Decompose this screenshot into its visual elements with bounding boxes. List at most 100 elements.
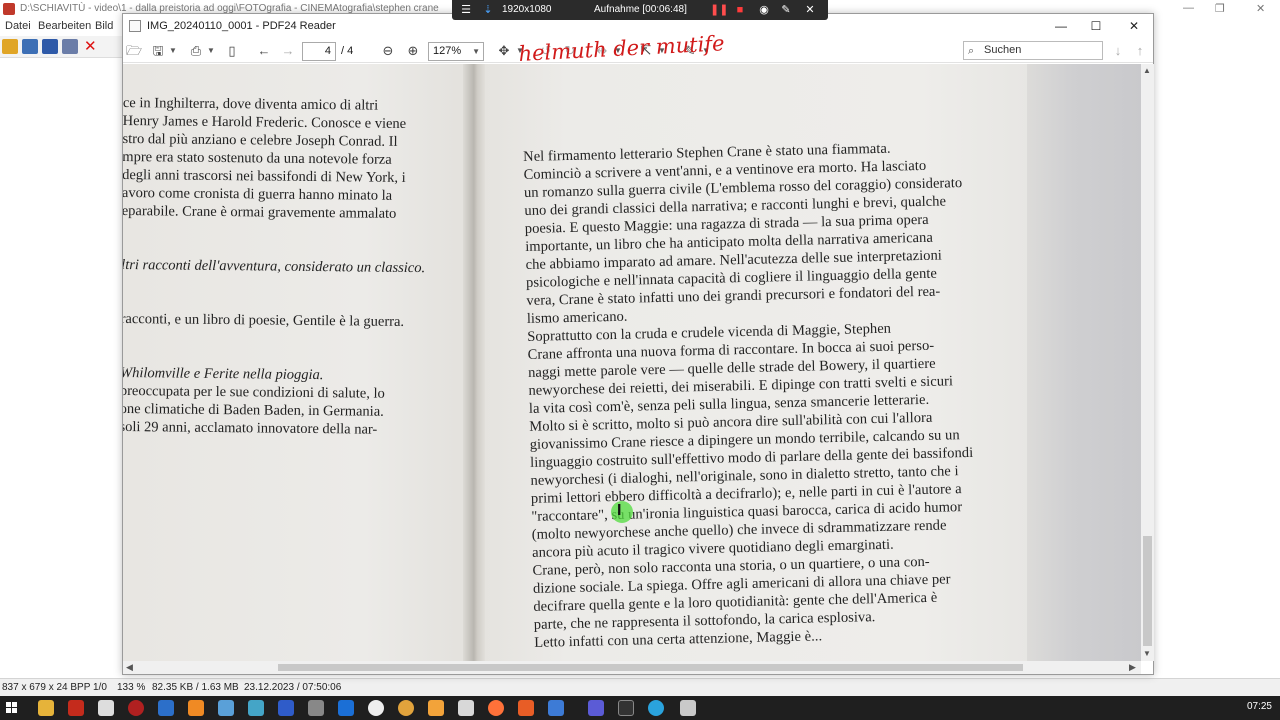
- pause-icon[interactable]: ❚❚: [710, 4, 728, 16]
- page-number-input[interactable]: 4: [302, 42, 336, 61]
- maximize-icon[interactable]: ☐: [1088, 18, 1104, 34]
- scroll-left-icon[interactable]: ◀: [126, 662, 133, 673]
- save-file-icon[interactable]: 🖫: [149, 42, 167, 60]
- taskbar-clock: 07:25: [1246, 701, 1272, 712]
- zoom-in-icon[interactable]: ⊕: [404, 42, 422, 60]
- status-datetime: 23.12.2023 / 07:50:06: [244, 682, 342, 693]
- search-next-icon[interactable]: ↓: [1109, 42, 1127, 60]
- text-line: eparabile. Crane è ormai gravemente amma…: [123, 202, 397, 222]
- app-icon-orange[interactable]: [428, 700, 444, 716]
- menu-datei[interactable]: Datei: [5, 20, 31, 32]
- book-spine: [463, 64, 487, 661]
- previous-page-icon[interactable]: ←: [255, 42, 273, 60]
- text-line: racconti, e un libro di poesie, Gentile …: [123, 310, 405, 330]
- next-page-icon[interactable]: →: [279, 42, 297, 60]
- taskbar: 07:25: [0, 696, 1280, 720]
- text-line: soli 29 anni, acclamato innovatore della…: [123, 418, 378, 438]
- pen-icon[interactable]: ✎: [780, 4, 792, 16]
- status-index: 1/0: [93, 682, 107, 693]
- minimize-icon[interactable]: —: [1053, 18, 1069, 34]
- file-explorer-icon[interactable]: [38, 700, 54, 716]
- zoom-out-icon[interactable]: ⊖: [379, 42, 397, 60]
- camera-icon[interactable]: ◉: [758, 4, 770, 16]
- app-icon-red-orange[interactable]: [518, 700, 534, 716]
- vertical-scroll-thumb[interactable]: [1143, 536, 1152, 646]
- background-app-canvas: [1153, 18, 1280, 678]
- status-zoom: 133 %: [117, 682, 146, 693]
- thumbnails-icon[interactable]: [22, 39, 38, 54]
- scroll-down-icon[interactable]: ▼: [1143, 649, 1151, 658]
- delete-icon[interactable]: ✕: [84, 39, 100, 54]
- search-placeholder: Suchen: [984, 44, 1022, 56]
- status-filesize: 82.35 KB / 1.63 MB: [152, 682, 239, 693]
- recording-status: Aufnahme [00:06:48]: [594, 4, 687, 15]
- sidebar-toggle-icon[interactable]: ▯: [223, 42, 241, 60]
- zoom-value: 127%: [433, 45, 462, 57]
- bg-close-icon[interactable]: ✕: [1256, 2, 1265, 15]
- page-outer-edge: [1027, 64, 1141, 661]
- app-icon-light-blue[interactable]: [218, 700, 234, 716]
- app-icon-grey[interactable]: [308, 700, 324, 716]
- background-app-menubar: Datei Bearbeiten Bild: [0, 18, 125, 36]
- app-icon-blue[interactable]: [158, 700, 174, 716]
- page-total: / 4: [341, 45, 354, 57]
- firefox-icon[interactable]: [488, 700, 504, 716]
- word-icon[interactable]: [278, 700, 294, 716]
- search-icon: ⌕: [968, 45, 975, 57]
- terminal-icon[interactable]: [618, 700, 634, 716]
- background-app-icon: [3, 3, 15, 15]
- stop-icon[interactable]: ■: [734, 4, 746, 16]
- menu-bearbeiten[interactable]: Bearbeiten: [38, 20, 91, 32]
- zoom-chevron-down-icon: ▼: [472, 47, 480, 56]
- chrome-icon[interactable]: [398, 700, 414, 716]
- document-viewport[interactable]: ce in Inghilterra, dove diventa amico di…: [123, 64, 1141, 661]
- app-icon-light[interactable]: [458, 700, 474, 716]
- notepad-icon[interactable]: [98, 700, 114, 716]
- pin-icon[interactable]: ⇣: [482, 4, 494, 16]
- recorder-app-icon[interactable]: [128, 700, 144, 716]
- scroll-up-icon[interactable]: ▲: [1143, 66, 1151, 75]
- close-recorder-icon[interactable]: ✕: [804, 4, 816, 16]
- horizontal-scrollbar[interactable]: ◀ ▶: [123, 661, 1141, 674]
- save-icon[interactable]: [42, 39, 58, 54]
- menu-icon[interactable]: ☰: [460, 4, 472, 16]
- app-icon-teal[interactable]: [248, 700, 264, 716]
- print-icon[interactable]: [62, 39, 78, 54]
- bg-minimize-icon[interactable]: —: [1183, 2, 1194, 14]
- windows-start-icon[interactable]: [6, 702, 18, 714]
- pan-move-icon[interactable]: ✥: [495, 42, 513, 60]
- pdf24-logo-icon: [129, 20, 141, 32]
- close-icon[interactable]: ✕: [1126, 18, 1142, 34]
- mouse-cursor-highlight: I: [611, 501, 633, 523]
- open-file-icon[interactable]: 🗁: [125, 42, 143, 60]
- horizontal-scroll-thumb[interactable]: [278, 664, 1023, 671]
- app-icon-purple[interactable]: [588, 700, 604, 716]
- text-line: ltri racconti dell'avventura, considerat…: [123, 256, 426, 277]
- open-folder-icon[interactable]: [2, 39, 18, 54]
- zoom-select[interactable]: 127% ▼: [428, 42, 484, 61]
- menu-bild[interactable]: Bild: [95, 20, 113, 32]
- vlc-icon[interactable]: [188, 700, 204, 716]
- text-cursor-icon: I: [617, 502, 622, 519]
- background-app-toolbar: ✕: [0, 36, 125, 58]
- telegram-icon[interactable]: [648, 700, 664, 716]
- app-icon-dark-blue[interactable]: [338, 700, 354, 716]
- pdf24-taskbar-icon[interactable]: [680, 700, 696, 716]
- search-previous-icon[interactable]: ↑: [1131, 42, 1149, 60]
- search-input[interactable]: ⌕ Suchen: [963, 41, 1103, 60]
- filezilla-icon[interactable]: [68, 700, 84, 716]
- scroll-right-icon[interactable]: ▶: [1129, 662, 1136, 673]
- recording-resolution: 1920x1080: [502, 4, 552, 15]
- print-icon[interactable]: ⎙: [187, 42, 205, 60]
- print-dropdown-chevron-icon[interactable]: ▼: [207, 42, 215, 60]
- vertical-scrollbar[interactable]: ▲ ▼: [1141, 64, 1154, 661]
- screen-recorder-bar: ☰ ⇣ 1920x1080 Aufnahme [00:06:48] ❚❚ ■ ◉…: [452, 0, 828, 20]
- status-dimensions: 837 x 679 x 24 BPP: [2, 682, 91, 693]
- save-dropdown-chevron-icon[interactable]: ▼: [169, 42, 177, 60]
- window-title: IMG_20240110_0001 - PDF24 Reader: [147, 20, 336, 32]
- app-icon-round[interactable]: [368, 700, 384, 716]
- pdf24-reader-window: IMG_20240110_0001 - PDF24 Reader — ☐ ✕ 🗁…: [122, 13, 1154, 675]
- background-app-statusbar: 837 x 679 x 24 BPP 1/0 133 % 82.35 KB / …: [0, 678, 1280, 696]
- app-icon-blue-2[interactable]: [548, 700, 564, 716]
- bg-restore-icon[interactable]: ❐: [1215, 2, 1225, 15]
